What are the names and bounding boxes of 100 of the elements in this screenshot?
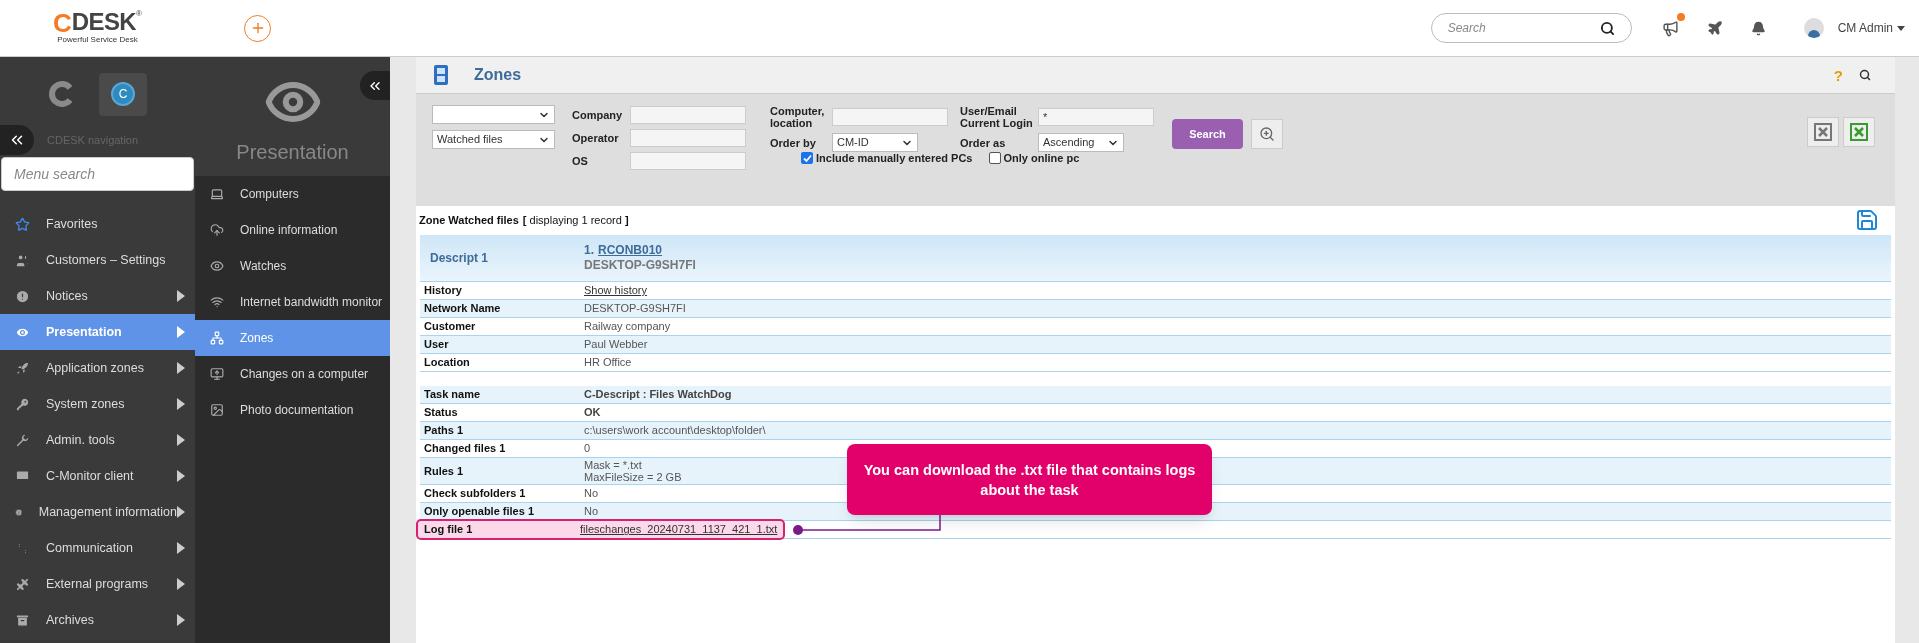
excel-button[interactable] (1843, 117, 1875, 147)
input-field[interactable] (630, 106, 746, 124)
input-field[interactable] (630, 129, 746, 147)
spreadsheet-icon (1814, 123, 1832, 141)
nav-item[interactable]: External programs (0, 566, 195, 602)
page-title: Zones (474, 65, 522, 85)
nav-item[interactable]: System zones (0, 386, 195, 422)
table-cell-text: 0 (584, 441, 591, 457)
nav-item[interactable]: Management information (0, 494, 195, 530)
submenu-item[interactable]: Watches (195, 248, 390, 284)
c-logo-icon[interactable] (48, 81, 74, 107)
logo-tagline: Powerful Service Desk (57, 34, 138, 46)
submenu-item[interactable]: Online information (195, 212, 390, 248)
search-icon (1599, 20, 1615, 36)
nav-item[interactable]: C-Monitor client (0, 458, 195, 494)
table-cell-text: Railway company (584, 319, 671, 335)
order-as-select[interactable]: Ascending (1038, 133, 1124, 152)
row-label: Only openable files 1 (423, 504, 536, 520)
cabinet-icon (432, 64, 450, 86)
field-label: OS (572, 155, 589, 167)
zoom-button[interactable] (1251, 119, 1283, 149)
row-label: Check subfolders 1 (423, 486, 527, 502)
wrench-icon (15, 432, 30, 448)
caret-icon (177, 542, 185, 554)
spreadsheet-icon (1850, 123, 1868, 141)
field-label: Order by (770, 136, 817, 149)
cloud-icon (210, 223, 224, 237)
wifi-icon (210, 295, 224, 309)
input-field[interactable] (630, 152, 746, 170)
row-label: Network Name (423, 301, 502, 317)
submenu-item[interactable]: Computers (195, 176, 390, 212)
record-number: 1. (584, 243, 594, 258)
row-label: Paths 1 (423, 423, 465, 439)
rocket-icon (15, 360, 30, 376)
submenu-item[interactable]: Internet bandwidth monitor (195, 284, 390, 320)
row-label: Log file 1 (423, 522, 474, 538)
caret-icon (177, 398, 185, 410)
nav-item[interactable]: Communication (0, 530, 195, 566)
record-label: Descript 1 (429, 250, 490, 267)
excel-export-button[interactable] (1807, 117, 1839, 147)
caret-icon (177, 614, 185, 626)
caret-icon (1897, 25, 1905, 31)
checkbox[interactable] (801, 152, 813, 164)
plane-button[interactable] (1706, 20, 1723, 36)
key-icon (15, 396, 30, 412)
caret-icon (177, 578, 185, 590)
save-icon[interactable] (1855, 208, 1879, 232)
record-subtitle: DESKTOP-G9SH7FI (584, 258, 696, 273)
megaphone-button[interactable] (1661, 19, 1679, 37)
link[interactable]: Show history (584, 282, 647, 299)
nav-item[interactable]: Customers – Settings (0, 242, 195, 278)
field-label: Computer, location (770, 105, 826, 129)
input-field[interactable]: * (1038, 108, 1154, 126)
order-by-select[interactable]: CM-ID (832, 133, 918, 152)
user-menu[interactable]: CM Admin (1837, 19, 1905, 37)
field-label: User/Email Current Login (960, 105, 1034, 129)
caret-icon (177, 326, 185, 338)
record-link[interactable]: RCONB010 (598, 243, 663, 258)
table-cell-text: DESKTOP-G9SH7FI (584, 301, 686, 317)
search-button[interactable]: Search (1172, 119, 1243, 149)
checkbox-label: Only online pc (1003, 150, 1080, 166)
input-field[interactable] (832, 108, 948, 126)
row-label: Customer (423, 319, 477, 335)
checkbox-label: Include manually entered PCs (816, 150, 973, 166)
caret-icon (177, 434, 185, 446)
collapse-button[interactable] (360, 71, 390, 100)
record-count: [ displaying 1 record ] (522, 212, 629, 228)
row-label: History (423, 283, 463, 299)
network-icon (210, 331, 224, 345)
menu-search-field[interactable]: Menu search (1, 157, 194, 191)
table-cell-text: Paul Webber (584, 337, 648, 353)
collapse-button[interactable] (0, 125, 34, 155)
table-cell-text: OK (584, 405, 601, 421)
image-icon (210, 403, 224, 417)
row-label: Changed files 1 (423, 441, 507, 457)
submenu-item[interactable]: Changes on a computer (195, 356, 390, 392)
nav-item[interactable]: Favorites (0, 206, 195, 242)
zone-select[interactable]: Watched files (432, 130, 555, 149)
archive-icon (15, 612, 30, 628)
star-icon (15, 216, 30, 232)
user-avatar[interactable] (1803, 18, 1824, 38)
callout: You can download the .txt file that contains logs about the task (847, 444, 1212, 515)
bell-button[interactable] (1750, 20, 1766, 36)
alert-icon (15, 288, 30, 304)
row-label: Status (423, 405, 459, 421)
search-icon (1859, 69, 1871, 81)
link[interactable]: fileschanges_20240731_1137_421_1.txt (580, 521, 778, 538)
submenu-item[interactable]: Photo documentation (195, 392, 390, 428)
table-cell: Mask = *.txt MaxFileSize = 2 GB (584, 459, 682, 483)
logo[interactable]: CDESK® (53, 10, 142, 36)
table-cell-text: No (584, 486, 599, 502)
nav-item[interactable]: Admin. tools (0, 422, 195, 458)
row-label: Task name (423, 387, 482, 403)
nav-item[interactable]: Archives (0, 602, 195, 638)
nav-item[interactable]: Notices (0, 278, 195, 314)
nav-item[interactable]: Application zones (0, 350, 195, 386)
c-app-button[interactable]: C (99, 72, 147, 116)
caret-icon (177, 290, 185, 302)
row-label: User (423, 337, 450, 353)
laptop-icon (210, 187, 224, 201)
